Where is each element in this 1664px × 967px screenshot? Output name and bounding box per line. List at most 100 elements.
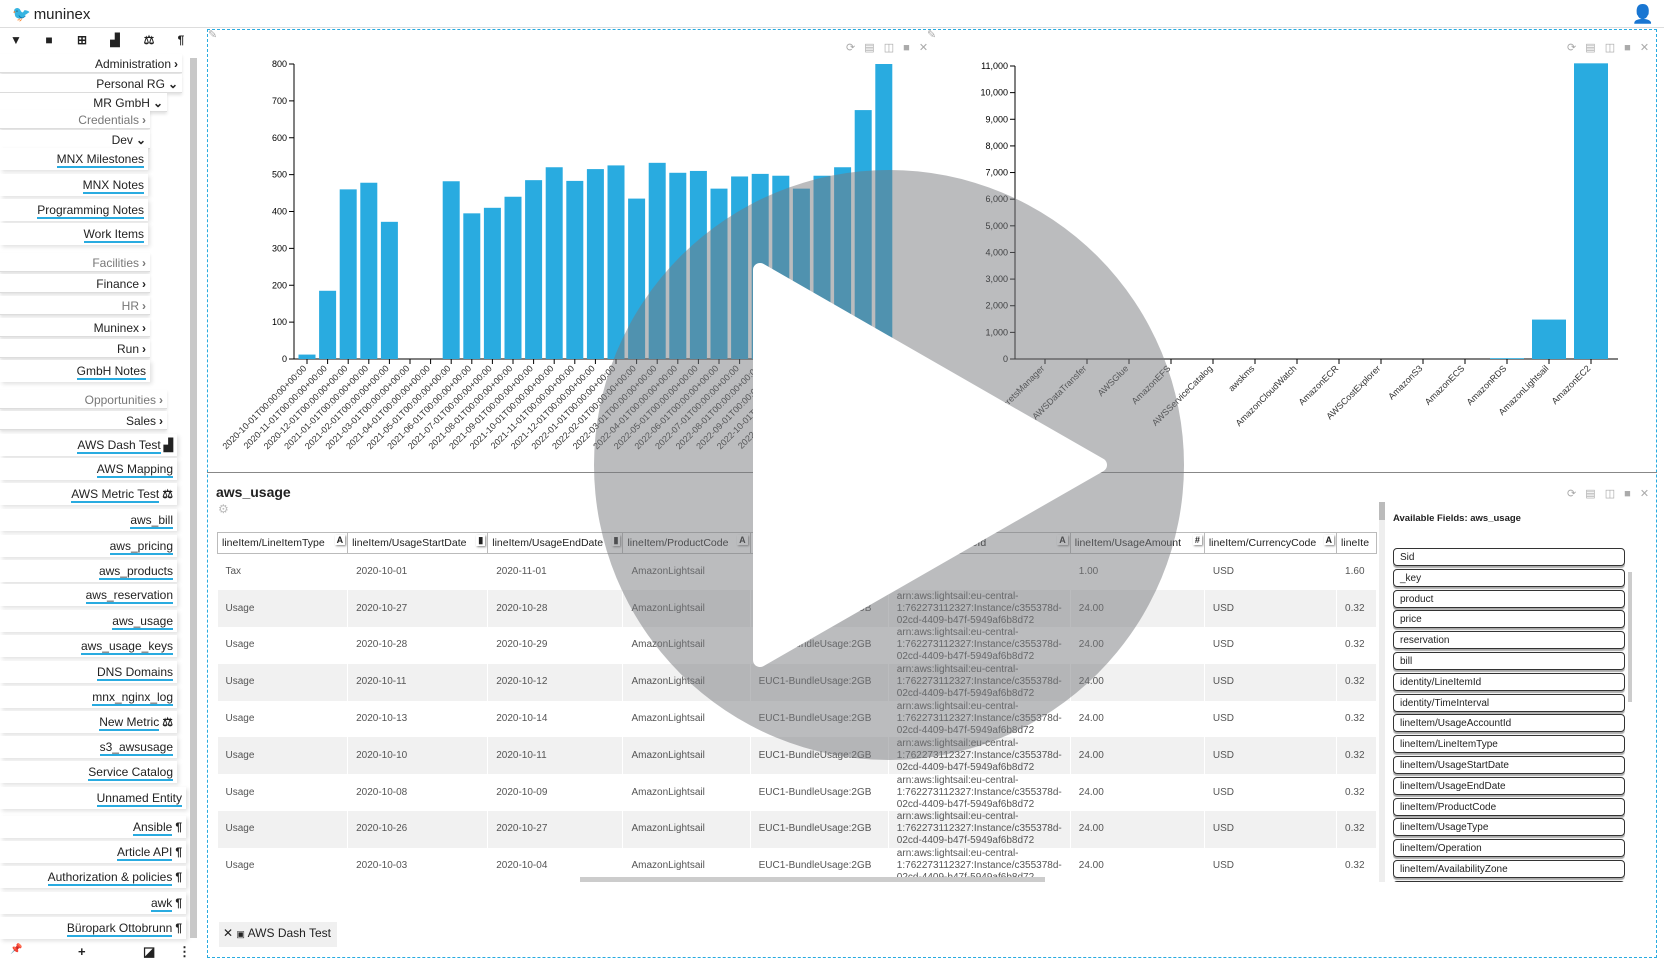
tab-aws-dash-test[interactable]: ✕ ▣ AWS Dash Test (219, 922, 337, 947)
bar[interactable] (1574, 63, 1608, 359)
save-icon[interactable]: ▣ (236, 929, 245, 939)
sidebar-item-label: mnx_nginx_log (92, 690, 173, 706)
gear-icon[interactable]: ⚙ (218, 502, 229, 516)
column-type-icon[interactable]: A (334, 535, 346, 545)
fields-scrollbar[interactable] (1628, 572, 1632, 702)
column-header[interactable]: lineItem/UsageStartDate ▮ (347, 532, 489, 554)
column-header[interactable]: lineItem/CurrencyCode A (1203, 532, 1338, 554)
column-header[interactable]: lineItem/ProductCode A (622, 532, 751, 554)
table-row[interactable]: Usage 2020-10-11 2020-10-12 AmazonLightsail… (217, 663, 1377, 701)
sidebar-item-article-api[interactable]: Article API ¶ (0, 841, 186, 863)
sidebar-item-aws-products[interactable]: aws_products (0, 560, 177, 582)
sidebar-item-aws-pricing[interactable]: aws_pricing (0, 535, 177, 557)
field-item[interactable]: lineItem/AvailabilityZone (1393, 859, 1625, 878)
field-item[interactable]: Sid (1393, 548, 1625, 566)
table-cell: 2020-10-03 (347, 847, 489, 880)
table-row[interactable]: Usage 2020-10-26 2020-10-27 AmazonLightsail… (217, 811, 1377, 848)
table-cell: AmazonLightsail (622, 774, 751, 812)
sidebar-item-awk[interactable]: awk ¶ (0, 892, 186, 914)
column-type-icon[interactable]: ▮ (476, 535, 486, 546)
table-cell: USD (1204, 811, 1338, 848)
y-tick-label: 9,000 (985, 114, 1008, 124)
table-vertical-scrollbar[interactable] (1379, 502, 1385, 882)
table-row[interactable]: Usage 2020-10-03 2020-10-04 AmazonLightsail… (217, 847, 1377, 880)
table-row[interactable]: Usage 2020-10-13 2020-10-14 AmazonLightsail… (217, 700, 1377, 738)
field-item[interactable]: _key (1393, 568, 1625, 587)
table-cell: EUC1-BundleUsage:2GB (750, 774, 889, 812)
field-item[interactable]: reservation (1393, 631, 1625, 650)
sidebar-item-aws-usage[interactable]: aws_usage (0, 610, 177, 632)
sidebar-item-ansible[interactable]: Ansible ¶ (0, 816, 186, 838)
field-item[interactable]: identity/LineItemId (1393, 672, 1625, 691)
sidebar-item-unnamed-entity[interactable]: Unnamed Entity (0, 787, 186, 809)
pin-icon[interactable]: 📌 (10, 944, 22, 955)
column-header[interactable]: lineItem/ResourceId A (887, 532, 1071, 554)
table-cell: EUC1-BundleUsage:2GB (750, 700, 889, 738)
table-row[interactable]: Usage 2020-10-10 2020-10-11 AmazonLightsail… (217, 737, 1377, 775)
field-item[interactable]: lineItem/UsageEndDate (1393, 776, 1625, 795)
table-cell: USD (1204, 847, 1338, 880)
table-row[interactable]: Tax 2020-10-01 2020-11-01 AmazonLightsail 1.… (217, 553, 1377, 591)
plus-icon[interactable]: + (78, 944, 86, 959)
sidebar-item-service-catalog[interactable]: Service Catalog (0, 761, 177, 783)
table-panel-icons[interactable]: ⟳ ▤ ◫ ■ ✕ (1567, 487, 1652, 500)
field-item[interactable]: product (1393, 589, 1625, 608)
column-header[interactable]: lineItem/UsageEndDate ▮ (487, 532, 624, 554)
field-item[interactable]: lineItem/UsageStartDate (1393, 755, 1625, 774)
table-cell: USD (1204, 774, 1338, 812)
field-item[interactable]: price (1393, 610, 1625, 629)
edit-icon[interactable]: ◪ (143, 944, 155, 960)
field-item[interactable]: lineItem/UsageType (1393, 818, 1625, 837)
field-item[interactable]: lineItem/LineItemType (1393, 735, 1625, 754)
fields-title: Available Fields: aws_usage (1393, 513, 1521, 524)
column-header[interactable]: lineIte (1336, 532, 1377, 554)
x-tick-label: AWSGlue (1096, 363, 1131, 398)
table-cell: 2020-10-28 (347, 627, 489, 664)
sidebar-item-label: aws_bill (130, 513, 173, 529)
column-type-icon[interactable]: A (737, 535, 748, 545)
field-item[interactable]: lineItem/ResourceId (1393, 880, 1625, 882)
field-item[interactable]: lineItem/UsageAccountId (1393, 714, 1625, 733)
field-item[interactable]: lineItem/ProductCode (1393, 797, 1625, 816)
column-header-label: lineItem/UsageAmount (1074, 537, 1182, 549)
column-header[interactable]: lineItem/LineItemType A (217, 532, 349, 554)
table-cell (888, 553, 1071, 591)
field-item[interactable]: lineItem/Operation (1393, 839, 1625, 858)
column-type-icon[interactable]: A (1323, 535, 1335, 545)
table-cell: Usage (217, 774, 349, 812)
sidebar-item-aws-reservation[interactable]: aws_reservation (0, 584, 177, 606)
table-cell: arn:aws:lightsail:eu-central-1:762273112… (888, 774, 1071, 812)
sidebar-item-aws-usage-keys[interactable]: aws_usage_keys (0, 635, 177, 657)
field-item[interactable]: bill (1393, 651, 1625, 670)
sidebar-item-dns-domains[interactable]: DNS Domains (0, 661, 177, 683)
table-cell: arn:aws:lightsail:eu-central-1:762273112… (888, 847, 1071, 880)
table-row[interactable]: Usage 2020-10-27 2020-10-28 AmazonLightsail… (217, 590, 1377, 628)
close-icon[interactable]: ✕ (223, 926, 233, 940)
column-type-icon[interactable]: # (1192, 535, 1202, 545)
sidebar-item-mnx-nginx-log[interactable]: mnx_nginx_log (0, 686, 177, 708)
bar[interactable] (1532, 319, 1566, 359)
table-horizontal-scrollbar[interactable] (580, 877, 1045, 882)
column-type-icon[interactable]: ▮ (611, 535, 621, 546)
table-row[interactable]: Usage 2020-10-28 2020-10-29 AmazonLightsail… (217, 627, 1377, 664)
table-cell: AmazonLightsail (622, 553, 751, 591)
table-row[interactable]: Usage 2020-10-08 2020-10-09 AmazonLightsail… (217, 774, 1377, 812)
column-header[interactable]: lineItem/UsageType A (749, 532, 889, 554)
sidebar-item-new-metric[interactable]: New Metric ⚖ (0, 711, 177, 733)
table-cell: 2020-10-26 (347, 811, 489, 848)
sidebar-item-s3-awsusage[interactable]: s3_awsusage (0, 736, 177, 758)
sidebar-item-label: Ansible (132, 820, 173, 836)
table-cell: Usage (217, 737, 349, 775)
y-tick-label: 3,000 (985, 274, 1008, 284)
table-cell: 0.32 (1336, 663, 1377, 701)
sidebar-item-aws-metric-test[interactable]: AWS Metric Test ⚖ (0, 483, 177, 505)
more-icon[interactable]: ⋮ (178, 944, 191, 960)
sidebar-item-b-ropark-ottobrunn[interactable]: Büropark Ottobrunn ¶ (0, 917, 186, 939)
bar[interactable] (1490, 358, 1524, 359)
sidebar-item-aws-bill[interactable]: aws_bill (0, 509, 177, 531)
column-header[interactable]: lineItem/UsageAmount # (1069, 532, 1205, 554)
sidebar-item-authorization-policies[interactable]: Authorization & policies ¶ (0, 866, 186, 888)
field-item[interactable]: identity/TimeInterval (1393, 693, 1625, 712)
column-type-icon[interactable]: A (1057, 535, 1068, 545)
column-type-icon[interactable]: A (875, 535, 886, 545)
